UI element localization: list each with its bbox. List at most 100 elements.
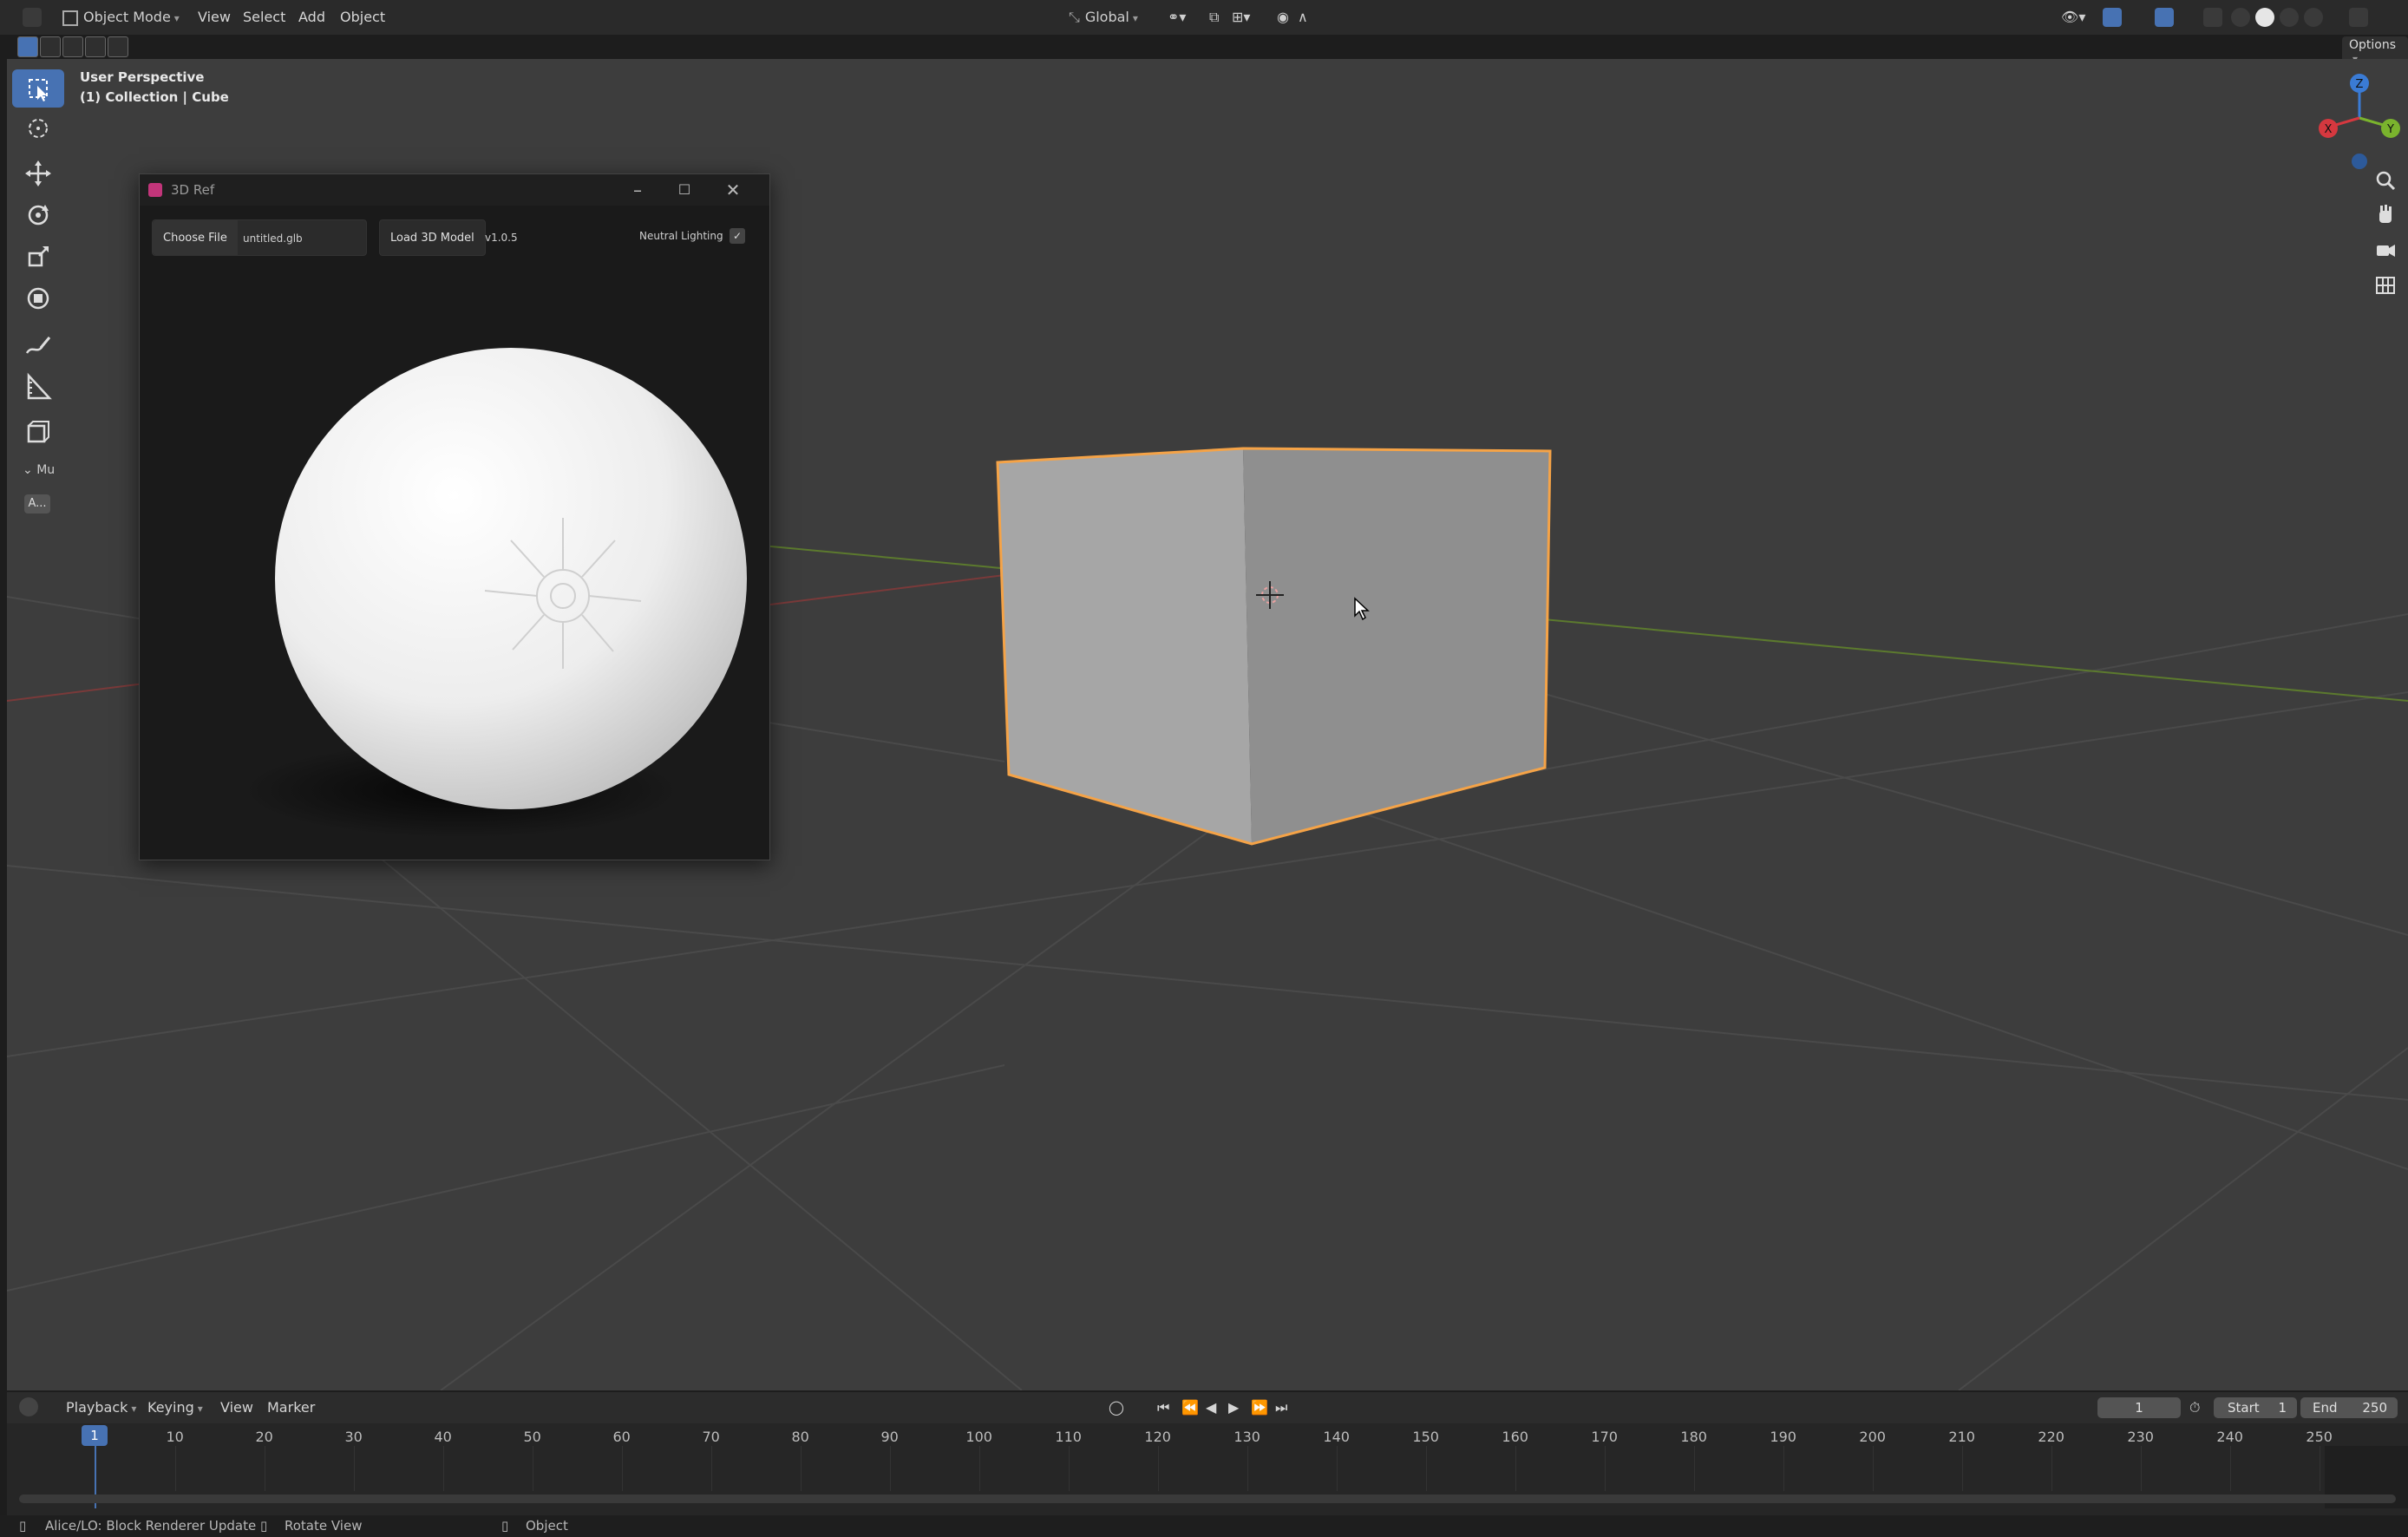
load-model-button[interactable]: Load 3D Model (379, 219, 486, 256)
camera-view-icon[interactable] (2370, 234, 2401, 265)
mode-dropdown[interactable]: Object Mode ▾ (62, 5, 180, 29)
ruler-tick-label: 220 (2038, 1429, 2064, 1445)
measure-tool[interactable] (12, 368, 64, 406)
wireframe-shading-icon[interactable] (2231, 8, 2250, 27)
mouse-right-icon: ▯ (501, 1518, 509, 1534)
sidebar-panel-toggle[interactable]: ⌄ Mu (23, 463, 55, 477)
ruler-tick-label: 130 (1233, 1429, 1260, 1445)
ruler-tick-label: 20 (255, 1429, 273, 1445)
annotate-icon (25, 337, 51, 354)
zoom-icon[interactable] (2370, 165, 2401, 196)
falloff-icon[interactable]: ∧ (1298, 5, 1308, 29)
select-box-icon (29, 79, 48, 101)
chevron-down-icon: ▾ (1132, 12, 1138, 24)
snap-icon[interactable]: ⧉ (1209, 5, 1219, 29)
chevron-down-icon: ▾ (173, 12, 180, 24)
move-tool[interactable] (12, 154, 64, 193)
ruler-tick-label: 150 (1412, 1429, 1439, 1445)
select-invert-icon[interactable] (85, 36, 106, 57)
select-new-icon[interactable] (17, 36, 38, 57)
ruler-tick-line (353, 1446, 355, 1491)
options-label: Options (2349, 38, 2397, 52)
rendered-shading-icon[interactable] (2304, 8, 2323, 27)
ruler-tick-label: 60 (612, 1429, 631, 1445)
sidebar-toggle-icon[interactable] (2349, 8, 2368, 27)
pan-hand-icon[interactable] (2370, 199, 2401, 231)
timeline-editor: Playback ▾ Keying ▾ View Marker ◯ ⏮ ⏪ ◀ ▶ … (7, 1392, 2408, 1515)
select-box-tool[interactable] (12, 69, 64, 108)
model-preview[interactable] (140, 261, 769, 860)
viewport-header: Object Mode ▾ View Select Add Object ⤡ Glo… (0, 0, 2408, 35)
status-bar: ▯ Alice/LO: Block Renderer Update ▯ Rota… (0, 1515, 2408, 1537)
menu-object[interactable]: Object (340, 5, 385, 29)
annotate-tool[interactable] (12, 326, 64, 364)
material-shading-icon[interactable] (2280, 8, 2299, 27)
pivot-icon[interactable]: ⚭▾ (1168, 5, 1186, 29)
maximize-icon[interactable]: ☐ (672, 180, 697, 200)
snap-target-icon[interactable]: ⊞▾ (1232, 5, 1250, 29)
minimize-icon[interactable]: – (625, 180, 650, 200)
cube-left-face (998, 448, 1252, 844)
status-middle-text: Rotate View (285, 1518, 363, 1534)
playhead[interactable]: 1 (82, 1425, 108, 1446)
collection-label: (1) Collection | Cube (80, 89, 229, 105)
measure-icon (27, 372, 52, 400)
select-subtract-icon[interactable] (62, 36, 83, 57)
ruler-tick-label: 30 (344, 1429, 363, 1445)
ref-window-title: 3D Ref (171, 182, 215, 198)
gizmo-toggle-icon[interactable] (2103, 8, 2122, 27)
neutral-lighting-checkbox[interactable]: ✓ (730, 228, 745, 244)
timeline-scrollbar[interactable] (19, 1494, 2396, 1503)
scale-tool[interactable] (12, 238, 64, 276)
solid-shading-icon[interactable] (2255, 8, 2274, 27)
panel-button[interactable]: A... (24, 494, 50, 513)
orientation-label: Global (1084, 9, 1129, 25)
ref-window-titlebar[interactable]: 3D Ref – ☐ ✕ (140, 174, 769, 206)
xray-icon[interactable] (2203, 8, 2222, 27)
version-label: v1.0.5 (485, 232, 518, 244)
mode-icon (62, 10, 78, 26)
ruler-tick-line (442, 1446, 444, 1491)
add-cube-tool[interactable] (12, 413, 64, 451)
scale-icon (28, 246, 49, 267)
navigation-gizmo[interactable]: Z Y X (2306, 68, 2401, 180)
editor-type-icon[interactable] (23, 8, 42, 27)
ruler-tick-label: 70 (702, 1429, 720, 1445)
cursor-tool[interactable] (12, 109, 64, 147)
gizmo-z-label: Z (2356, 78, 2364, 91)
select-intersect-icon[interactable] (108, 36, 128, 57)
menu-select[interactable]: Select (243, 5, 285, 29)
ruler-tick-label: 110 (1055, 1429, 1082, 1445)
ruler-tick-label: 120 (1144, 1429, 1171, 1445)
gizmo-neg-z[interactable] (2352, 154, 2367, 169)
select-extend-icon[interactable] (40, 36, 61, 57)
cube-object[interactable] (983, 384, 1573, 905)
gizmo-x-label: X (2325, 123, 2333, 136)
overlay-toggle-icon[interactable] (2155, 8, 2174, 27)
menu-add[interactable]: Add (298, 5, 325, 29)
add-cube-icon (27, 421, 49, 443)
ortho-grid-icon[interactable] (2370, 269, 2401, 300)
ruler-tick-label: 240 (2216, 1429, 2243, 1445)
ruler-tick-label: 210 (1948, 1429, 1975, 1445)
ruler-tick-line (1068, 1446, 1070, 1491)
perspective-label: User Perspective (80, 69, 205, 85)
mouse-middle-icon: ▯ (260, 1518, 268, 1534)
orientation-dropdown[interactable]: ⤡ Global ▾ (1069, 5, 1138, 29)
gizmo-y-label: Y (2386, 123, 2394, 136)
visibility-icon[interactable]: 👁▾ (2061, 5, 2085, 29)
ruler-tick-line (1783, 1446, 1784, 1491)
ruler-tick-label: 230 (2127, 1429, 2154, 1445)
orientation-icon: ⤡ (1069, 9, 1080, 25)
ruler-tick-line (978, 1446, 980, 1491)
proportional-edit-icon[interactable]: ◉ (1277, 5, 1289, 29)
ruler-tick-label: 140 (1323, 1429, 1350, 1445)
menu-view[interactable]: View (198, 5, 231, 29)
status-left-text: Alice/LO: Block Renderer Update (45, 1518, 257, 1534)
transform-icon (27, 287, 49, 310)
choose-file-button[interactable]: Choose File (153, 220, 238, 255)
close-icon[interactable]: ✕ (721, 180, 745, 200)
ruler-tick-line (889, 1446, 891, 1491)
transform-tool[interactable] (12, 279, 64, 317)
rotate-tool[interactable] (12, 196, 64, 234)
